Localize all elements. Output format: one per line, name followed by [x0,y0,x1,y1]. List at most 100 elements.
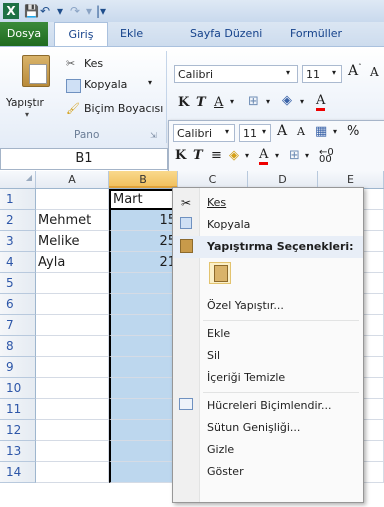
format-painter-button[interactable]: Biçim Boyacısı [84,102,163,115]
cell-b9[interactable] [109,357,178,378]
cell-a13[interactable] [36,441,109,462]
row-header-14[interactable]: 14 [0,462,36,483]
menu-item-format-cells[interactable]: Hücreleri Biçimlendir... [173,395,363,417]
cut-button[interactable]: Kes [84,57,103,70]
cell-b8[interactable] [109,336,178,357]
tab-file[interactable]: Dosya [0,22,48,46]
tab-insert[interactable]: Ekle [120,22,143,46]
row-header-4[interactable]: 4 [0,252,36,273]
cell-b12[interactable] [109,420,178,441]
menu-item-hide[interactable]: Gizle [173,439,363,461]
dropdown-arrow-icon[interactable]: ▾ [86,3,92,19]
bold-icon[interactable]: K [175,148,186,163]
name-box[interactable]: B1 [0,148,168,170]
font-name-combo[interactable]: Calibri [174,65,298,83]
dropdown-arrow-icon[interactable]: ▾ [300,97,304,106]
dropdown-arrow-icon[interactable]: ▾ [57,3,63,19]
cell-a10[interactable] [36,378,109,399]
cell-a3[interactable]: Melike [36,231,109,252]
cell-b10[interactable] [109,378,178,399]
dropdown-arrow-icon[interactable]: ▾ [230,97,234,106]
cell-a12[interactable] [36,420,109,441]
cell-b14[interactable] [109,462,178,483]
customize-quick-access-icon[interactable]: |▾ [96,3,106,19]
menu-item-copy[interactable]: Kopyala [173,214,363,236]
align-center-icon[interactable]: ≡ [211,148,222,163]
dropdown-arrow-icon[interactable]: ▾ [225,127,229,136]
cell-a11[interactable] [36,399,109,420]
fill-color-icon[interactable]: ◈ [282,93,292,108]
tab-page-layout[interactable]: Sayfa Düzeni [190,22,262,46]
dropdown-arrow-icon[interactable]: ▾ [286,68,290,77]
row-header-9[interactable]: 9 [0,357,36,378]
menu-item-column-width[interactable]: Sütun Genişliği... [173,417,363,439]
percent-icon[interactable]: % [347,124,359,139]
borders-icon[interactable]: ⊞ [289,148,300,163]
row-header-11[interactable]: 11 [0,399,36,420]
dialog-launcher-icon[interactable]: ⇲ [150,131,157,140]
column-header-a[interactable]: A [36,171,109,188]
row-header-13[interactable]: 13 [0,441,36,462]
increase-decimal-icon[interactable]: ←0 00 [319,147,334,169]
row-header-6[interactable]: 6 [0,294,36,315]
cell-b6[interactable] [109,294,178,315]
copy-button[interactable]: Kopyala [84,78,127,91]
menu-item-delete[interactable]: Sil [173,345,363,367]
save-icon[interactable]: 💾 [24,3,39,19]
cell-a5[interactable] [36,273,109,294]
dropdown-arrow-icon[interactable]: ▾ [332,68,336,77]
italic-icon[interactable]: T [196,95,206,110]
undo-icon[interactable]: ↶ [40,3,50,19]
shrink-font-icon[interactable]: A [297,125,305,138]
column-header-e[interactable]: E [318,171,384,188]
row-header-3[interactable]: 3 [0,231,36,252]
cell-a14[interactable] [36,462,109,483]
row-header-10[interactable]: 10 [0,378,36,399]
excel-logo-icon[interactable]: X [3,3,19,19]
cell-a2[interactable]: Mehmet [36,210,109,231]
row-header-5[interactable]: 5 [0,273,36,294]
font-color-icon[interactable]: A [316,94,326,111]
dropdown-arrow-icon[interactable]: ▾ [245,151,249,160]
row-header-2[interactable]: 2 [0,210,36,231]
grow-font-icon[interactable]: Aˆ [348,63,362,79]
dropdown-arrow-icon[interactable]: ▾ [333,127,337,136]
italic-icon[interactable]: T [193,148,203,163]
paste-button[interactable]: Yapıştır [6,97,44,109]
menu-item-unhide[interactable]: Göster [173,461,363,483]
dropdown-arrow-icon[interactable]: ▾ [25,110,29,119]
accounting-format-icon[interactable]: ▦ [315,124,327,139]
menu-item-cut[interactable]: ✂ Kes [173,192,363,214]
cell-b4[interactable]: 21 [109,252,178,273]
borders-icon[interactable]: ⊞ [248,94,259,109]
row-header-8[interactable]: 8 [0,336,36,357]
dropdown-arrow-icon[interactable]: ▾ [305,151,309,160]
mini-font-size-combo[interactable]: 11 [239,124,271,142]
cell-a7[interactable] [36,315,109,336]
column-header-c[interactable]: C [178,171,248,188]
font-color-icon[interactable]: A [259,148,269,165]
cell-b2[interactable]: 15 [109,210,178,231]
dropdown-arrow-icon[interactable]: ▾ [275,151,279,160]
paste-option-button[interactable] [209,262,231,284]
redo-icon[interactable]: ↷ [70,3,80,19]
menu-item-paste-special[interactable]: Özel Yapıştır... [173,295,363,317]
row-header-12[interactable]: 12 [0,420,36,441]
cell-a1[interactable] [36,189,109,210]
dropdown-arrow-icon[interactable]: ▾ [266,97,270,106]
select-all-corner[interactable]: ◢ [0,171,36,188]
tab-formulas[interactable]: Formüller [290,22,342,46]
cell-b13[interactable] [109,441,178,462]
cell-a9[interactable] [36,357,109,378]
cell-a8[interactable] [36,336,109,357]
cell-b5[interactable] [109,273,178,294]
grow-font-icon[interactable]: A [277,123,287,139]
cell-b3[interactable]: 25 [109,231,178,252]
row-header-1[interactable]: 1 [0,189,36,210]
cell-b11[interactable] [109,399,178,420]
cell-a6[interactable] [36,294,109,315]
fill-color-icon[interactable]: ◈ [229,148,239,163]
dropdown-arrow-icon[interactable]: ▾ [148,78,152,87]
row-header-7[interactable]: 7 [0,315,36,336]
menu-item-insert[interactable]: Ekle [173,323,363,345]
